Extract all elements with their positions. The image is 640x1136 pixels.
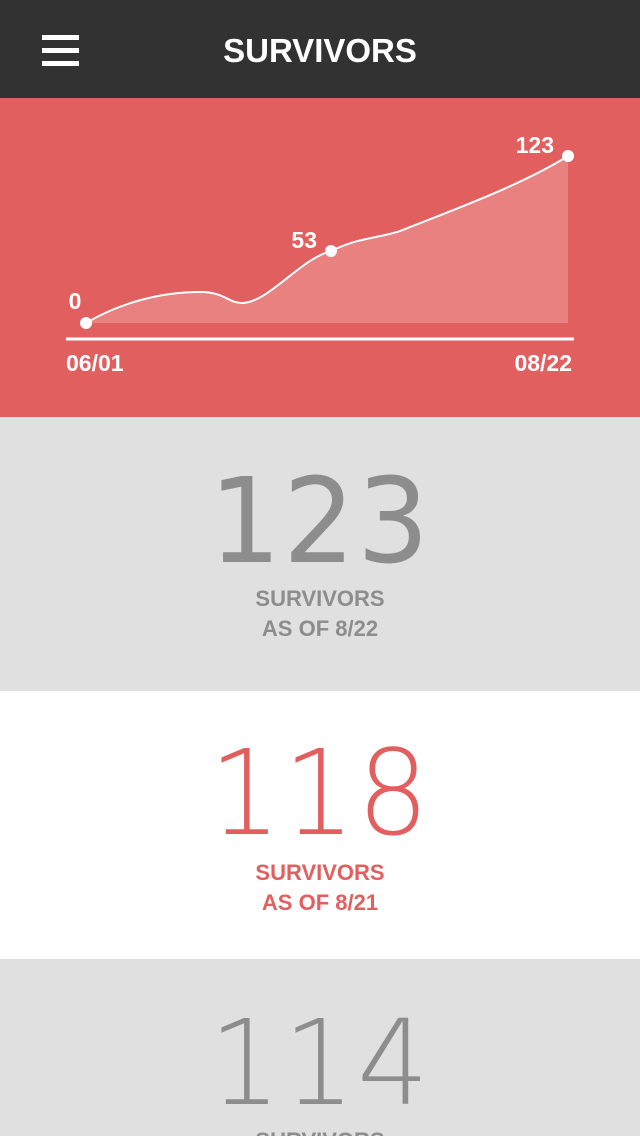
stat-caption: SURVIVORS AS OF 8/21 [0,858,640,918]
menu-line [42,48,79,53]
chart-point-label: 53 [291,227,317,253]
survivors-app: SURVIVORS 0 53 123 06/01 08/22 123 SURVIVO… [0,0,640,1136]
chart-point-label: 123 [516,132,554,158]
chart-point [562,150,574,162]
stat-caption-line1: SURVIVORS [0,1126,640,1136]
stat-caption-line1: SURVIVORS [255,586,385,611]
stat-caption-line2: AS OF 8/22 [261,616,379,641]
stat-card-selected[interactable]: 118 SURVIVORS AS OF 8/21 [0,691,640,959]
stat-caption: SURVIVORS [0,1126,640,1136]
stat-caption-line2: AS OF 8/21 [261,890,379,915]
chart-point-label: 0 [69,288,82,314]
chart-point [325,245,337,258]
stat-card[interactable]: 114 SURVIVORS [0,959,640,1136]
top-bar: SURVIVORS [0,0,640,98]
stat-value: 114 [209,994,431,1132]
stat-card[interactable]: 123 SURVIVORS AS OF 8/22 [0,417,640,691]
chart-point [80,317,92,329]
x-tick-start: 06/01 [66,350,124,376]
stat-caption-line1: SURVIVORS [255,860,385,885]
x-tick-end: 08/22 [514,350,572,376]
menu-line [42,35,79,40]
stat-caption: SURVIVORS AS OF 8/22 [0,584,640,644]
menu-line [42,61,79,66]
survivors-chart: 0 53 123 06/01 08/22 [0,98,640,417]
chart-area-fill [86,156,568,323]
hamburger-menu-icon[interactable] [30,25,90,75]
page-title: SURVIVORS [223,32,417,69]
stat-value: 123 [209,452,431,590]
stat-value: 118 [209,724,431,862]
